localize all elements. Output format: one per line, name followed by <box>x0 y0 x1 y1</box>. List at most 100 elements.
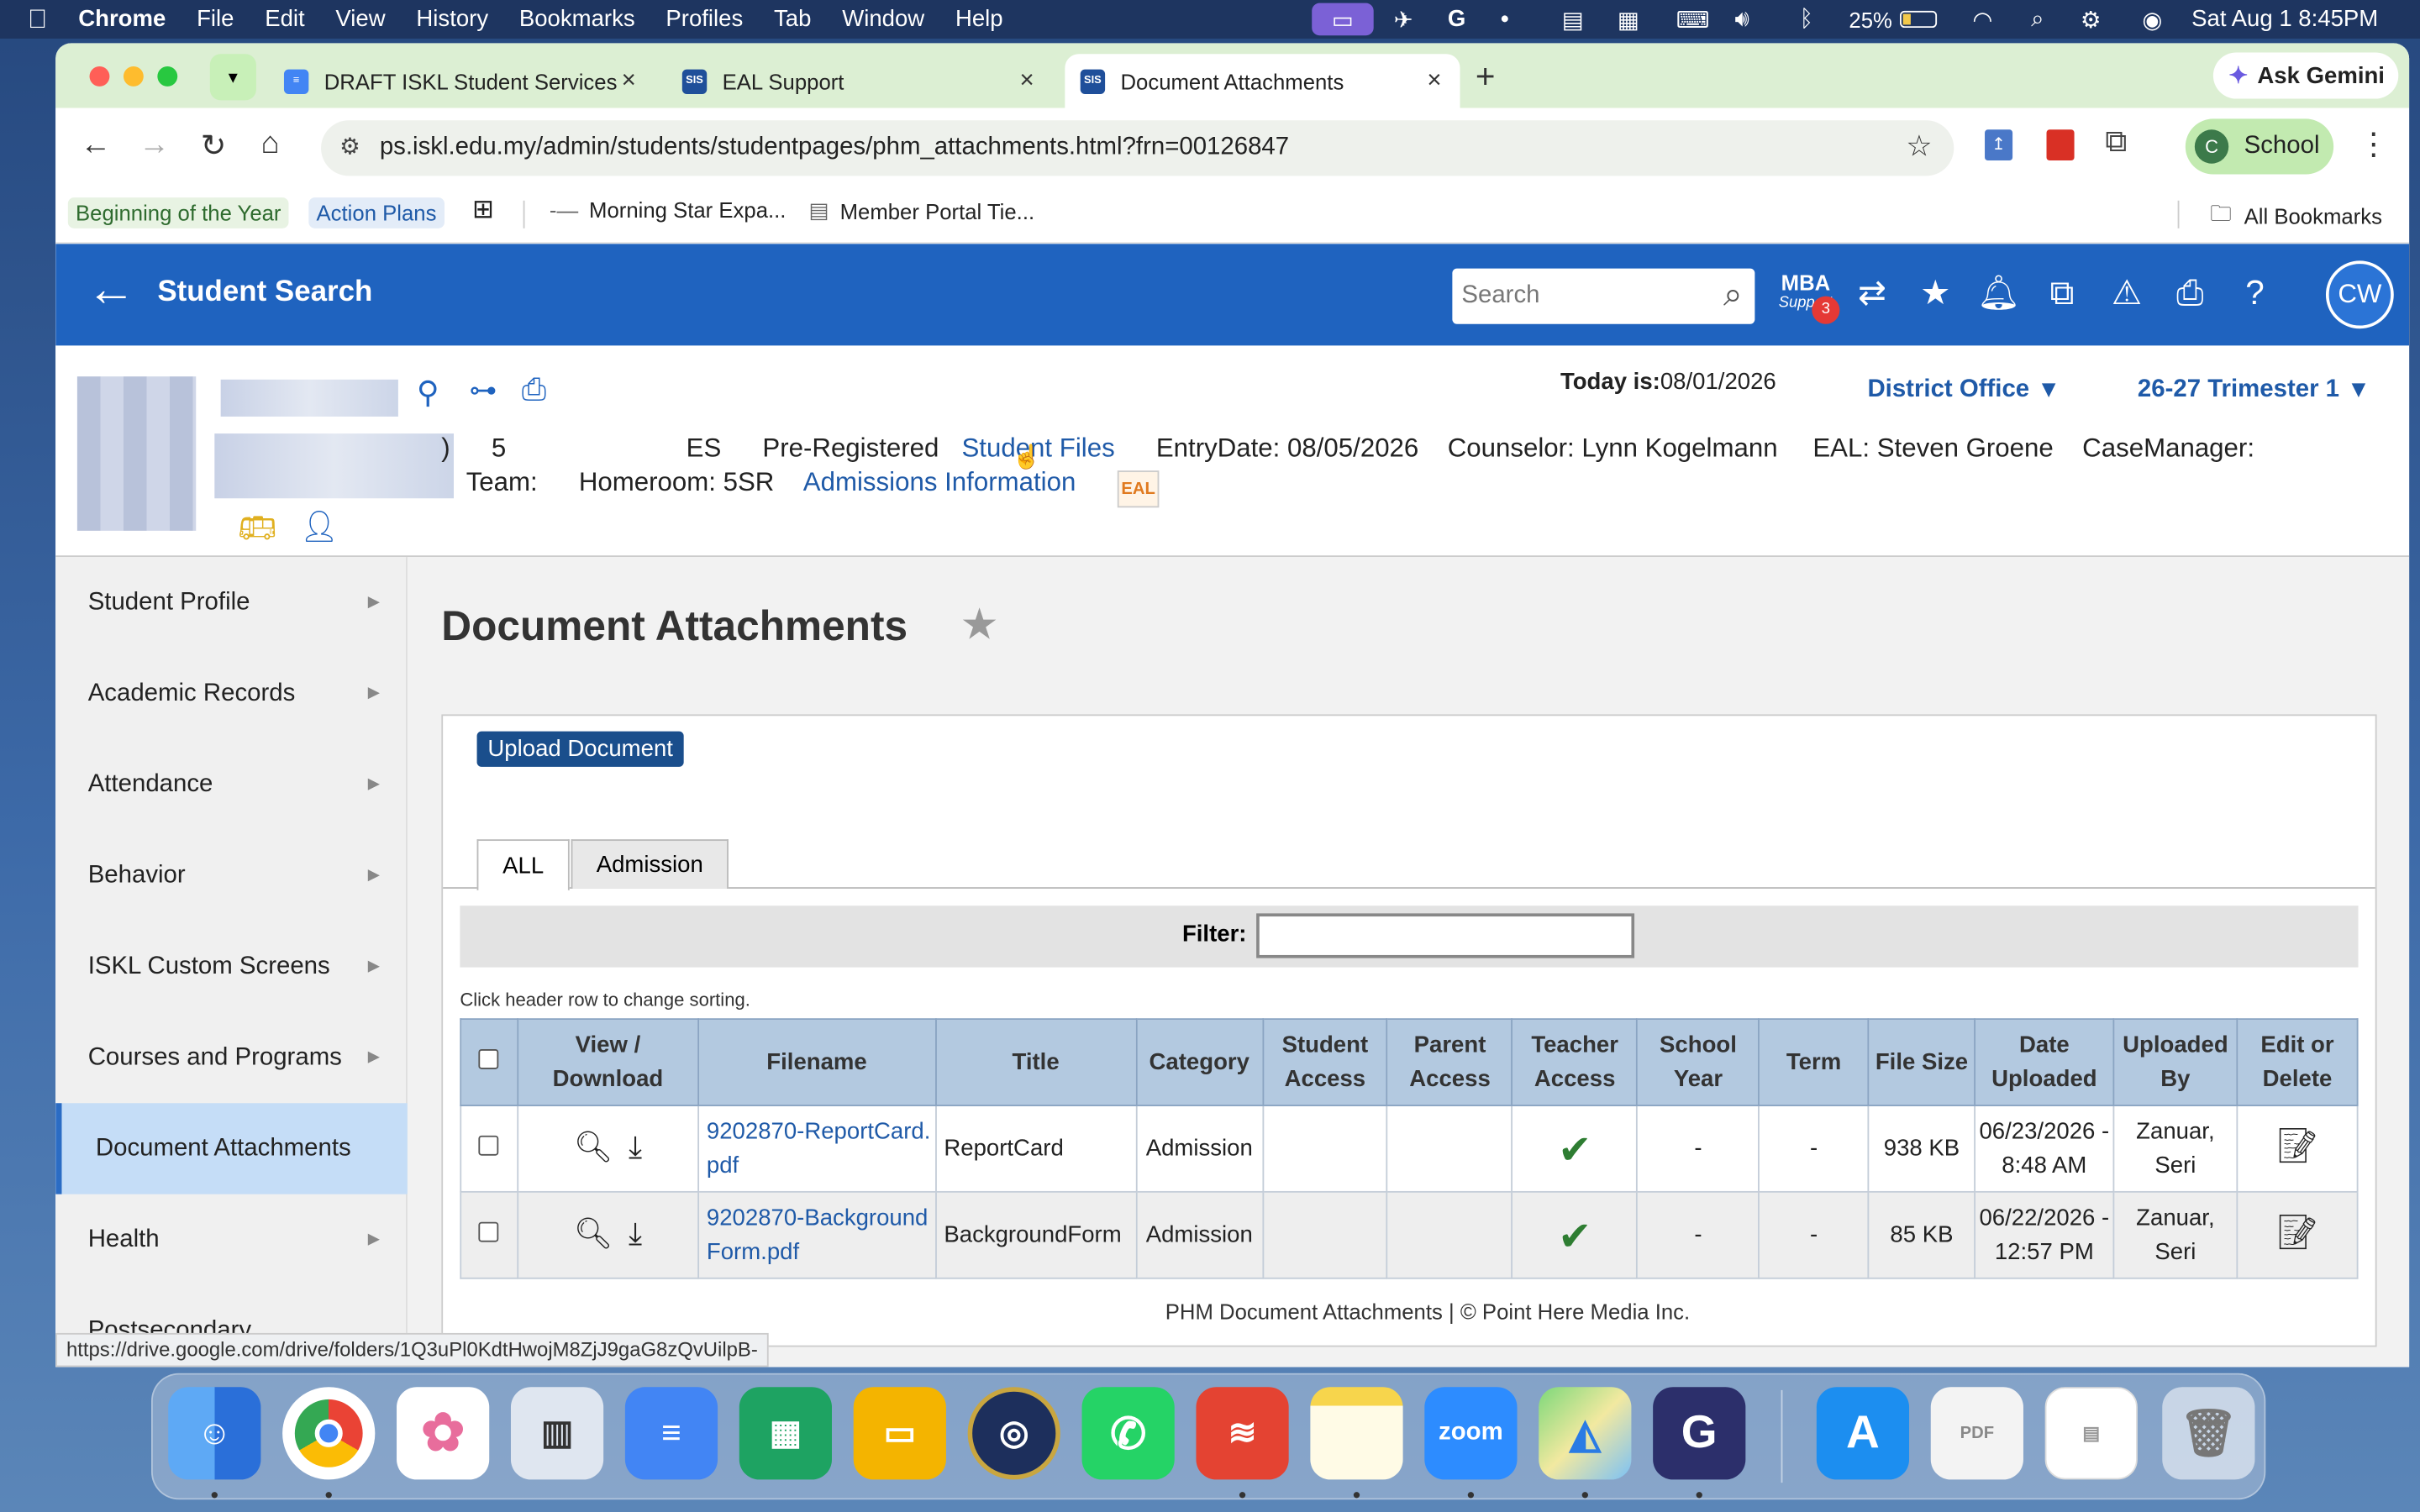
battery-icon[interactable] <box>1898 0 1939 39</box>
row-checkbox[interactable] <box>479 1221 500 1242</box>
status-icon-b[interactable]: ▦ <box>1618 0 1639 39</box>
tab-search-chevron-icon[interactable]: ▾ <box>209 54 256 101</box>
org-chart-icon[interactable]: ⊶ <box>469 375 497 407</box>
download-icon[interactable]: ⤓ <box>629 1216 642 1250</box>
reload-icon[interactable]: ↻ <box>201 127 227 165</box>
download-icon[interactable]: ⤓ <box>629 1130 642 1163</box>
add-favorite-star-icon[interactable]: ★ <box>960 599 998 650</box>
menu-bookmarks[interactable]: Bookmarks <box>503 6 650 32</box>
docs-icon[interactable]: ≡ <box>624 1387 718 1480</box>
district-office-dropdown[interactable]: District Office ▾ <box>1867 373 2054 404</box>
col-title[interactable]: Title <box>934 1018 1137 1106</box>
zoom-menubar-icon[interactable]: ● <box>1500 0 1509 39</box>
menubar-clock[interactable]: Sat Aug 1 8:45PM <box>2191 0 2378 39</box>
close-tab-icon[interactable]: × <box>1019 67 1034 95</box>
bookmark-star-icon[interactable]: ☆ <box>1906 129 1932 165</box>
bluetooth-icon[interactable]: ᛒ <box>1800 0 1814 39</box>
edit-document-icon[interactable]: 📝︎ <box>2275 1126 2318 1165</box>
new-tab-plus-icon[interactable]: + <box>1476 57 1496 97</box>
trash-icon[interactable]: 🗑︎ <box>2162 1387 2255 1480</box>
menu-window[interactable]: Window <box>827 6 940 32</box>
print-student-icon[interactable]: ⎙ <box>522 373 546 408</box>
appstore-icon[interactable]: A <box>1816 1387 1910 1480</box>
favorites-star-icon[interactable]: ★ <box>1912 270 1959 316</box>
student-search-title[interactable]: Student Search <box>157 276 372 310</box>
ask-gemini-button[interactable]: ✦ Ask Gemini <box>2212 52 2399 99</box>
sidebar-item-document-attachments[interactable]: Document Attachments <box>55 1103 408 1194</box>
header-search-input[interactable]: Search ⌕ <box>1452 268 1755 324</box>
preview-document-icon[interactable]: 🔍︎ <box>574 1216 613 1250</box>
goodnotes-icon[interactable]: G <box>1653 1387 1746 1480</box>
external-link-icon[interactable]: ⧉ <box>2039 270 2085 316</box>
term-dropdown[interactable]: 26-27 Trimester 1 ▾ <box>2138 373 2365 404</box>
siri-icon[interactable]: ◉ <box>2142 0 2162 39</box>
col-edit-delete[interactable]: Edit or Delete <box>2236 1018 2359 1106</box>
airplane-icon[interactable]: ✈ <box>1394 0 1413 39</box>
menu-history[interactable]: History <box>401 6 503 32</box>
profile-chip[interactable]: C School <box>2185 118 2334 175</box>
sidebar-item-behavior[interactable]: Behavior ▶ <box>55 830 408 921</box>
site-info-icon[interactable]: ⚙ <box>339 133 360 160</box>
help-icon[interactable]: ? <box>2232 270 2278 316</box>
print-icon[interactable]: ⎙ <box>2167 270 2213 316</box>
menu-view[interactable]: View <box>320 6 401 32</box>
sidebar-item-courses-and-programs[interactable]: Courses and Programs ▶ <box>55 1012 408 1103</box>
col-category[interactable]: Category <box>1135 1018 1264 1106</box>
col-file-size[interactable]: File Size <box>1867 1018 1976 1106</box>
user-avatar[interactable]: CW <box>2325 260 2394 329</box>
spotlight-icon[interactable]: ⌕ <box>2031 0 2044 39</box>
forward-arrow-icon[interactable]: → <box>139 128 170 163</box>
menu-file[interactable]: File <box>182 6 250 32</box>
wifi-icon[interactable]: ◠ <box>1972 0 1992 39</box>
menu-tab[interactable]: Tab <box>759 6 827 32</box>
sidebar-item-attendance[interactable]: Attendance ▶ <box>55 739 408 830</box>
select-all-checkbox[interactable] <box>479 1048 500 1068</box>
home-icon[interactable]: ⌂ <box>260 127 279 162</box>
extension-upload-icon[interactable]: ↥ <box>1985 129 2013 161</box>
tab-document-attachments[interactable]: SIS Document Attachments × <box>1065 54 1460 108</box>
preview-document-icon[interactable]: 🔍︎ <box>574 1130 613 1163</box>
menu-edit[interactable]: Edit <box>250 6 320 32</box>
chrome-menu-kebab-icon[interactable]: ⋮ <box>2359 125 2390 164</box>
notifications-bell-icon[interactable]: 🔔︎ <box>1975 270 2022 316</box>
table-header-row[interactable]: View / Download Filename Title Category … <box>460 1018 2359 1106</box>
col-term[interactable]: Term <box>1758 1018 1870 1106</box>
screenshot-doc-icon[interactable]: ▤ <box>2044 1387 2138 1480</box>
grammarly-icon[interactable]: G <box>1448 0 1465 39</box>
tab-eal-support[interactable]: SIS EAL Support × <box>666 54 1052 108</box>
col-student-access[interactable]: Student Access <box>1261 1018 1389 1106</box>
finder-icon[interactable]: ☺ <box>168 1387 261 1480</box>
edit-document-icon[interactable]: 📝︎ <box>2275 1213 2318 1252</box>
menu-help[interactable]: Help <box>940 6 1018 32</box>
back-arrow-icon[interactable]: ← <box>81 128 112 163</box>
col-date-uploaded[interactable]: Date Uploaded <box>1974 1018 2115 1106</box>
extensions-puzzle-icon[interactable]: ⧉ <box>2105 125 2127 160</box>
tab-all[interactable]: ALL <box>476 839 570 890</box>
filter-input[interactable] <box>1256 913 1635 958</box>
filename-link[interactable]: 9202870-BackgroundForm.pdf <box>697 1190 937 1279</box>
slides-icon[interactable]: ▭ <box>853 1387 946 1480</box>
minimize-window-button[interactable] <box>123 66 144 87</box>
maps-icon[interactable]: ◭ <box>1539 1387 1632 1480</box>
apps-grid-icon[interactable]: ⊞ <box>472 194 494 225</box>
keyboard-icon[interactable]: ⌨ <box>1676 0 1710 39</box>
col-filename[interactable]: Filename <box>697 1018 937 1106</box>
apple-icon[interactable]:  <box>0 4 63 35</box>
bookmark-beginning-of-year[interactable]: Beginning of the Year <box>67 197 289 228</box>
back-to-search-arrow-icon[interactable]: ← <box>87 262 136 314</box>
notes-icon[interactable] <box>1310 1387 1403 1480</box>
admissions-information-link[interactable]: Admissions Information <box>803 468 1076 497</box>
col-school-year[interactable]: School Year <box>1636 1018 1760 1106</box>
eal-badge-icon[interactable]: EAL <box>1117 470 1160 508</box>
bookmark-action-plans[interactable]: Action Plans <box>308 197 445 228</box>
photos-icon[interactable]: ✿ <box>397 1387 490 1480</box>
status-icon-a[interactable]: ▤ <box>1562 0 1584 39</box>
sidebar-item-iskl-custom-screens[interactable]: ISKL Custom Screens ▶ <box>55 921 408 1012</box>
all-bookmarks-button[interactable]: 🗀 All Bookmarks <box>2210 197 2382 234</box>
close-tab-icon[interactable]: × <box>622 67 636 95</box>
pdf-doc-icon[interactable]: PDF <box>1930 1387 2023 1480</box>
col-uploaded-by[interactable]: Uploaded By <box>2112 1018 2238 1106</box>
screen-share-icon[interactable]: ▭ <box>1312 3 1374 36</box>
switch-arrows-icon[interactable]: ⇄ <box>1849 270 1895 316</box>
bookmark-morning-star[interactable]: -— Morning Star Expa... <box>550 197 786 222</box>
